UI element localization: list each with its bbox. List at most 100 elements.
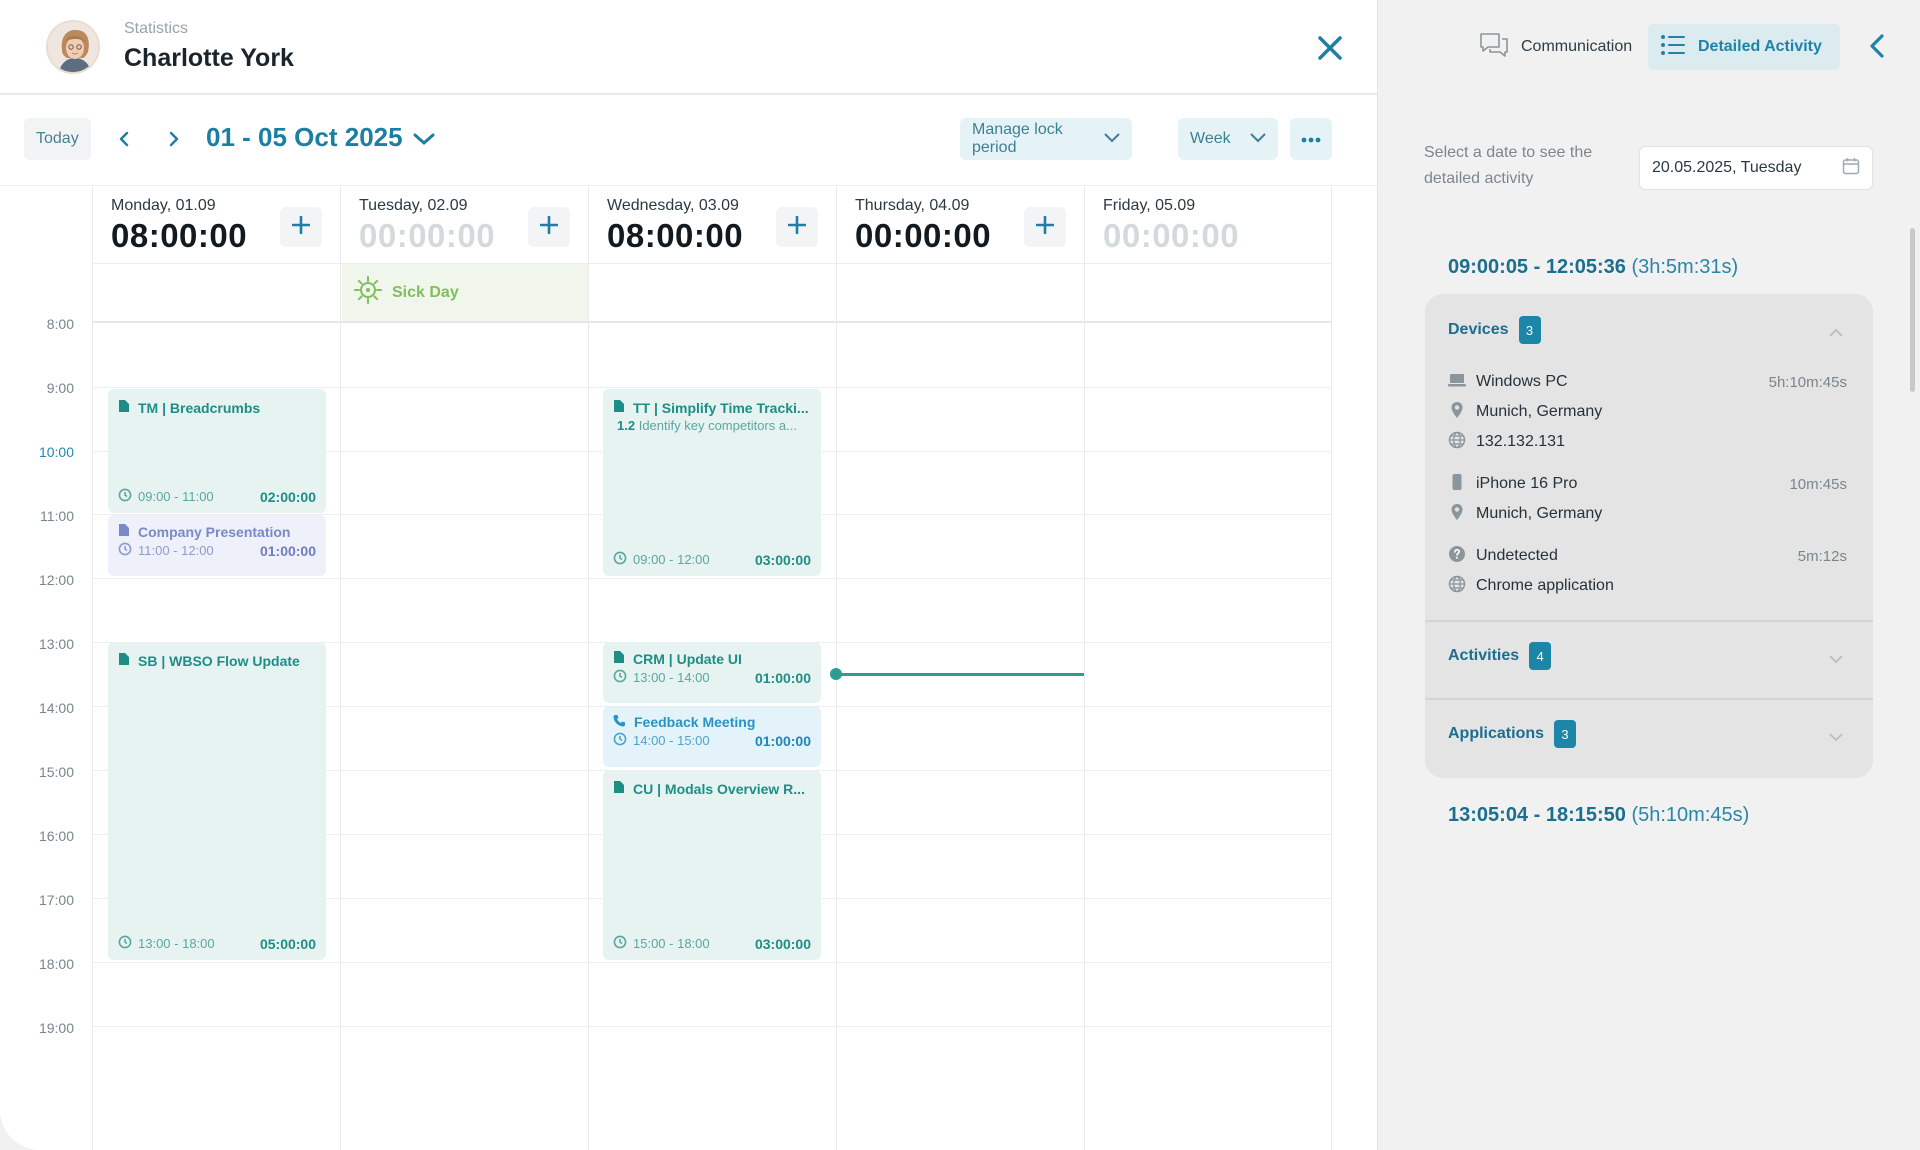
- day-total: 08:00:00: [111, 217, 248, 254]
- device-name: Undetected: [1476, 547, 1558, 564]
- time-label: 11:00: [40, 508, 74, 524]
- clock-icon: [613, 551, 627, 568]
- day-total: 08:00:00: [607, 217, 744, 254]
- device-location: Munich, Germany: [1476, 403, 1603, 420]
- add-entry-button[interactable]: [528, 207, 570, 247]
- clock-icon: [118, 935, 132, 952]
- location-pin-icon: [1448, 503, 1466, 526]
- device-duration: 5m:12s: [1797, 547, 1847, 565]
- more-options-button[interactable]: [1290, 118, 1332, 160]
- device-row: Munich, Germany: [1448, 502, 1847, 526]
- calendar-event[interactable]: TM | Breadcrumbs 09:00 - 11:00 02:00:00: [108, 389, 326, 513]
- phone-device-icon: [1448, 473, 1466, 496]
- event-footer: 11:00 - 12:00 01:00:00: [118, 542, 316, 559]
- sick-day-event[interactable]: Sick Day: [342, 264, 588, 321]
- devices-section-header[interactable]: Devices 3: [1448, 316, 1541, 344]
- add-entry-button[interactable]: [1024, 207, 1066, 247]
- event-title-row: Company Presentation: [118, 523, 316, 540]
- event-title-row: TM | Breadcrumbs: [118, 399, 316, 416]
- calendar-event[interactable]: Feedback Meeting 14:00 - 15:00 01:00:00: [603, 706, 821, 767]
- device-ip: 132.132.131: [1476, 433, 1565, 450]
- activities-section-header[interactable]: Activities 4: [1448, 642, 1552, 670]
- chevron-down-icon: [1104, 130, 1120, 148]
- event-title: CU | Modals Overview R...: [633, 780, 805, 797]
- session-range-duration: (3h:5m:31s): [1631, 256, 1739, 278]
- chat-icon: [1479, 32, 1509, 63]
- calendar-event[interactable]: CU | Modals Overview R... 15:00 - 18:00 …: [603, 770, 821, 960]
- session-range-time: 09:00:05 - 12:05:36: [1448, 256, 1626, 278]
- chevron-down-icon[interactable]: [1827, 650, 1845, 668]
- chevron-left-icon[interactable]: [1861, 30, 1893, 62]
- subtask-number: 1.2: [617, 418, 636, 433]
- chevron-down-icon: [1250, 130, 1266, 148]
- event-subtask: 1.2 Identify key competitors a...: [613, 418, 811, 433]
- tab-communication[interactable]: Communication: [1467, 24, 1644, 70]
- event-title: TT | Simplify Time Tracki...: [633, 399, 809, 416]
- session-range-2: 13:05:04 - 18:15:50 (5h:10m:45s): [1448, 804, 1749, 827]
- breadcrumb[interactable]: Statistics: [124, 20, 188, 38]
- devices-count-badge: 3: [1518, 316, 1541, 344]
- all-day-row: [93, 264, 340, 323]
- calendar-event[interactable]: Company Presentation 11:00 - 12:00 01:00…: [108, 515, 326, 576]
- current-time-dot: [830, 668, 842, 680]
- tab-detailed-activity[interactable]: Detailed Activity: [1648, 24, 1840, 70]
- chevron-left-icon[interactable]: [110, 124, 140, 154]
- view-select[interactable]: Week: [1178, 118, 1278, 160]
- device-name: iPhone 16 Pro: [1476, 475, 1578, 492]
- time-label: 15:00: [38, 764, 74, 780]
- clock-icon: [118, 488, 132, 505]
- activities-label: Activities: [1448, 647, 1520, 664]
- activities-count-badge: 4: [1529, 642, 1552, 670]
- chevron-up-icon[interactable]: [1827, 324, 1845, 342]
- laptop-icon: [1448, 373, 1466, 392]
- close-icon[interactable]: [1312, 30, 1348, 66]
- event-title-row: SB | WBSO Flow Update: [118, 652, 316, 669]
- globe-icon: [1448, 575, 1466, 598]
- device-name: Windows PC: [1476, 373, 1568, 390]
- plus-icon: [787, 215, 807, 239]
- view-label: Week: [1190, 130, 1231, 147]
- applications-section-header[interactable]: Applications 3: [1448, 720, 1577, 748]
- tab-detailed-label: Detailed Activity: [1698, 38, 1822, 55]
- all-day-row: Sick Day: [341, 264, 588, 323]
- session-range-1: 09:00:05 - 12:05:36 (3h:5m:31s): [1448, 256, 1738, 279]
- session-range-duration: (5h:10m:45s): [1631, 804, 1750, 826]
- chevron-down-icon[interactable]: [1827, 728, 1845, 746]
- document-icon: [613, 650, 625, 667]
- side-scrollbar[interactable]: [1910, 228, 1915, 392]
- chevron-right-icon[interactable]: [158, 124, 188, 154]
- document-icon: [118, 652, 130, 669]
- more-dots-icon: [1301, 130, 1321, 148]
- time-label: 10:00: [38, 444, 74, 460]
- date-picker-input[interactable]: 20.05.2025, Tuesday: [1639, 146, 1873, 190]
- event-duration: 05:00:00: [259, 935, 316, 952]
- calendar-icon: [1842, 157, 1860, 180]
- day-name: Thursday, 04.09: [855, 197, 970, 214]
- calendar-event[interactable]: TT | Simplify Time Tracki... 1.2 Identif…: [603, 389, 821, 576]
- day-column-tuesday: Tuesday, 02.09 00:00:00 Sick Day: [340, 187, 588, 1150]
- event-footer: 13:00 - 18:00 05:00:00: [118, 935, 316, 952]
- date-range-picker[interactable]: 01 - 05 Oct 2025: [206, 122, 435, 153]
- virus-icon: [354, 276, 382, 309]
- week-calendar: 8:00 9:00 10:00 11:00 12:00 13:00 14:00 …: [0, 187, 1377, 1150]
- day-header: Thursday, 04.09 00:00:00: [837, 187, 1084, 264]
- event-time: 13:00 - 18:00: [138, 936, 215, 951]
- main-panel: Statistics Charlotte York Today 01 - 05 …: [0, 0, 1378, 1150]
- day-total: 00:00:00: [359, 217, 496, 254]
- event-footer: 14:00 - 15:00 01:00:00: [613, 732, 811, 749]
- device-duration: 5h:10m:45s: [1768, 373, 1847, 391]
- day-name: Wednesday, 03.09: [607, 197, 739, 214]
- day-column-thursday: Thursday, 04.09 00:00:00: [836, 187, 1084, 1150]
- device-app: Chrome application: [1476, 577, 1614, 594]
- add-entry-button[interactable]: [776, 207, 818, 247]
- today-button[interactable]: Today: [24, 118, 91, 160]
- time-label: 19:00: [38, 1020, 74, 1036]
- event-title-row: Feedback Meeting: [613, 714, 811, 730]
- manage-lock-period-select[interactable]: Manage lock period: [960, 118, 1132, 160]
- add-entry-button[interactable]: [280, 207, 322, 247]
- plus-icon: [539, 215, 559, 239]
- time-label: 8:00: [46, 316, 74, 332]
- plus-icon: [1035, 215, 1055, 239]
- calendar-event[interactable]: SB | WBSO Flow Update 13:00 - 18:00 05:0…: [108, 642, 326, 960]
- calendar-event[interactable]: CRM | Update UI 13:00 - 14:00 01:00:00: [603, 642, 821, 703]
